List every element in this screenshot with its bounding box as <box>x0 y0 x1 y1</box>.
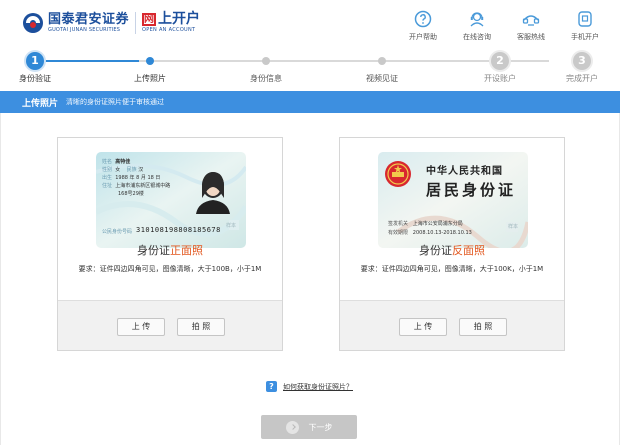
id-back-card: 中华人民共和国 居民身份证 签发机关 上海市公安局浦东分局 有效期限 2008.… <box>339 137 565 351</box>
help-row: ? 如何获取身份证照片？ <box>266 381 353 392</box>
top-link-consult[interactable]: 在线咨询 <box>450 10 504 42</box>
top-links: 开户帮助 在线咨询 客服热线 手机开户 <box>396 10 612 42</box>
step-4-marker <box>378 52 386 65</box>
step-5-label: 开设账户 <box>484 74 516 83</box>
headset-icon <box>470 12 484 27</box>
logo-name: 国泰君安证券 <box>48 11 130 27</box>
step-connector <box>42 60 139 62</box>
section-hint: 清晰的身份证照片便于审核通过 <box>66 98 165 106</box>
step-5-marker: 2 <box>491 52 509 70</box>
id-back-sample-image: 中华人民共和国 居民身份证 签发机关 上海市公安局浦东分局 有效期限 2008.… <box>378 152 528 248</box>
mobile-icon <box>578 11 592 27</box>
open-account-title-en: OPEN AN ACCOUNT <box>142 27 196 33</box>
logo-name-en: GUOTAI JUNAN SECURITIES <box>48 26 121 33</box>
section-title: 上传照片 <box>22 98 59 109</box>
front-photo-button[interactable]: 拍 照 <box>177 318 225 336</box>
brand-logo[interactable]: 国泰君安证券 GUOTAI JUNAN SECURITIES 网 上开户 OPE… <box>22 12 200 34</box>
step-1-label: 身份验证 <box>19 74 51 83</box>
top-link-hotline[interactable]: 客服热线 <box>504 10 558 42</box>
back-photo-button[interactable]: 拍 照 <box>459 318 507 336</box>
id-front-sample-image: 姓名 高特佳 性别 女 民族 汉 出生 1988 年 8 月 18 日 住址 上… <box>96 152 246 248</box>
front-title: 身份证正面照 <box>137 244 203 257</box>
section-bar: 上传照片 清晰的身份证照片便于审核通过 <box>0 91 620 113</box>
back-requirement: 要求：证件四边四角可见，图像清晰，大于100K，小于1M <box>360 265 544 273</box>
next-step-button[interactable]: 下一步 <box>261 415 357 439</box>
top-link-mobile[interactable]: 手机开户 <box>558 10 612 42</box>
step-connector <box>139 60 549 62</box>
arrow-right-icon <box>285 420 299 434</box>
step-6-label: 完成开户 <box>566 74 598 83</box>
step-4-label: 视频见证 <box>366 74 398 83</box>
step-6-marker: 3 <box>573 52 591 70</box>
step-2-marker <box>146 52 154 65</box>
open-account-mark: 网 <box>142 13 157 26</box>
question-icon: ? <box>266 381 277 392</box>
id-front-card: 姓名 高特佳 性别 女 民族 汉 出生 1988 年 8 月 18 日 住址 上… <box>57 137 283 351</box>
help-icon <box>414 10 432 28</box>
top-link-help[interactable]: 开户帮助 <box>396 10 450 42</box>
front-upload-button[interactable]: 上 传 <box>117 318 165 336</box>
front-requirement: 要求：证件四边四角可见，图像清晰，大于100B，小于1M <box>78 265 262 273</box>
open-account-title: 上开户 <box>158 11 201 27</box>
phone-icon <box>522 15 540 26</box>
open-account-logo: 网 上开户 OPEN AN ACCOUNT <box>142 12 200 34</box>
back-title: 身份证反面照 <box>419 244 485 257</box>
step-3-marker <box>262 52 270 65</box>
step-3-label: 身份信息 <box>250 74 282 83</box>
logo-mark-icon <box>22 12 44 34</box>
step-1-marker: 1 <box>26 52 44 70</box>
header: 国泰君安证券 GUOTAI JUNAN SECURITIES 网 上开户 OPE… <box>0 0 620 46</box>
logo-divider <box>135 12 137 34</box>
back-upload-button[interactable]: 上 传 <box>399 318 447 336</box>
upload-area: 姓名 高特佳 性别 女 民族 汉 出生 1988 年 8 月 18 日 住址 上… <box>0 113 620 445</box>
step-2-label: 上传照片 <box>134 74 166 83</box>
how-to-get-photo-link[interactable]: 如何获取身份证照片？ <box>283 382 353 392</box>
progress-steps: 1 身份验证 上传照片 身份信息 视频见证 2 开设账户 3 完成开户 <box>0 46 620 86</box>
